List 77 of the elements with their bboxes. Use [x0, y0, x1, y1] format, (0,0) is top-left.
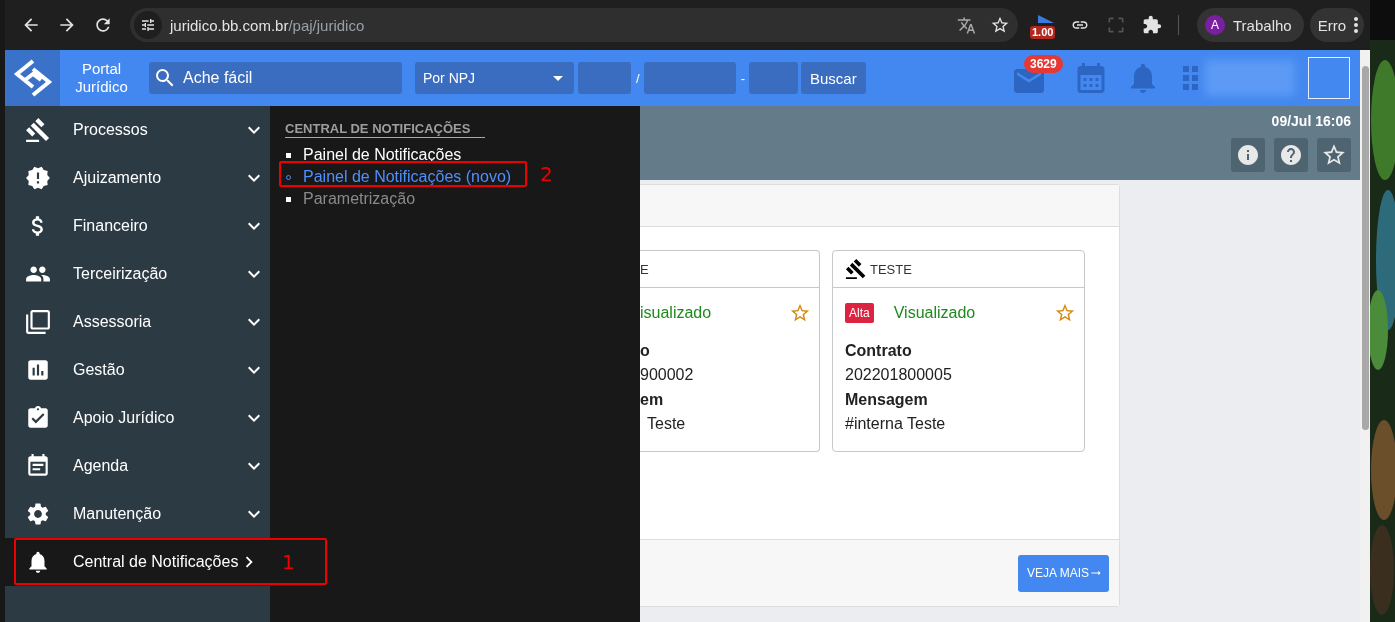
- card-title: TESTE: [870, 261, 912, 277]
- field-label: Mensagem: [845, 391, 929, 410]
- portal-title: Portal Jurídico: [74, 60, 129, 96]
- field-value: #interna Teste: [845, 415, 947, 434]
- sidebar-item[interactable]: Manutenção: [5, 490, 270, 538]
- submenu-link[interactable]: Painel de Notificações: [303, 146, 462, 164]
- mail-button[interactable]: 3629: [1011, 55, 1065, 101]
- avatar-frame[interactable]: [1308, 57, 1350, 99]
- address-bar[interactable]: juridico.bb.com.br/paj/juridico: [130, 8, 1018, 42]
- gavel-icon: [25, 117, 51, 143]
- scrollbar-thumb[interactable]: [1362, 66, 1369, 430]
- submenu-link[interactable]: Painel de Notificações (novo): [303, 168, 512, 186]
- field-value: 900002: [640, 366, 695, 385]
- search-field[interactable]: Ache fácil: [149, 62, 402, 94]
- status-text: Visualizado: [893, 304, 977, 322]
- extension-button[interactable]: 1.00: [1026, 9, 1062, 41]
- star-icon: [1321, 142, 1347, 168]
- profile-button[interactable]: A Trabalho: [1197, 8, 1304, 42]
- sidebar-item[interactable]: Assessoria: [5, 298, 270, 346]
- sidebar-item[interactable]: Financeiro: [5, 202, 270, 250]
- field-value: Teste: [646, 415, 687, 434]
- npj-field[interactable]: [748, 62, 798, 94]
- status-text: isualizado: [640, 304, 713, 322]
- extension-badge: 1.00: [1030, 26, 1056, 39]
- sidebar-item[interactable]: Apoio Jurídico: [5, 394, 270, 442]
- kebab-icon: [1354, 17, 1358, 33]
- field-value: 202201800005: [845, 366, 953, 385]
- info-icon: [1236, 143, 1260, 167]
- calendar-icon: [25, 453, 51, 479]
- badge-icon: [25, 165, 51, 191]
- clipboard-check-icon: [25, 405, 51, 431]
- sidebar-item[interactable]: Central de Notificações: [5, 538, 270, 586]
- separator-text: -: [740, 70, 745, 86]
- gear-icon: [25, 501, 51, 527]
- annotation-number: 1: [282, 550, 295, 574]
- puzzle-icon: [1142, 15, 1162, 35]
- field-label: em: [640, 391, 665, 410]
- dropdown-caret-icon: [553, 75, 563, 81]
- sidebar-item[interactable]: Agenda: [5, 442, 270, 490]
- field-label: Contrato: [845, 342, 913, 361]
- separator-text: /: [636, 70, 640, 86]
- profile-avatar: A: [1205, 15, 1225, 35]
- npj-field[interactable]: [643, 62, 736, 94]
- bar-chart-icon: [25, 357, 51, 383]
- field-label: o: [640, 342, 651, 361]
- reload-icon: [93, 15, 113, 35]
- bookmark-star-icon[interactable]: [990, 15, 1010, 35]
- logo-tile[interactable]: [5, 50, 60, 106]
- npj-field[interactable]: [578, 62, 631, 94]
- favorite-button[interactable]: [1317, 138, 1351, 172]
- sidebar-item[interactable]: Processos: [5, 106, 270, 154]
- site-settings-icon[interactable]: [134, 11, 162, 39]
- mail-count-badge: 3629: [1024, 55, 1063, 73]
- submenu-heading: CENTRAL DE NOTIFICAÇÕES: [285, 121, 486, 138]
- info-button[interactable]: [1231, 138, 1265, 172]
- buscar-button[interactable]: Buscar: [800, 62, 866, 94]
- notification-card[interactable]: E isualizado o 900002 em Teste: [640, 250, 820, 452]
- scrollbar[interactable]: [1360, 50, 1370, 622]
- search-input[interactable]: Ache fácil: [181, 68, 381, 88]
- annotation-number: 2: [540, 162, 553, 186]
- priority-tag: Alta: [845, 303, 874, 323]
- sidebar-item[interactable]: Gestão: [5, 346, 270, 394]
- star-icon[interactable]: [1054, 302, 1076, 324]
- gavel-icon: [845, 258, 867, 280]
- star-icon[interactable]: [789, 302, 811, 324]
- card-title: E: [640, 261, 649, 277]
- logo-icon: [12, 58, 53, 98]
- help-icon: [1279, 143, 1303, 167]
- npj-select[interactable]: Por NPJ: [415, 62, 574, 94]
- error-button[interactable]: Erro: [1309, 8, 1364, 42]
- sidebar-item[interactable]: Terceirização: [5, 250, 270, 298]
- help-button[interactable]: [1274, 138, 1308, 172]
- sidebar-item[interactable]: Ajuizamento: [5, 154, 270, 202]
- notification-card[interactable]: TESTE Alta Visualizado Contrato 202201800005 Mensagem #interna Teste: [832, 250, 1085, 452]
- translate-icon[interactable]: [957, 15, 976, 35]
- copy-icon: [25, 309, 51, 335]
- date-time: 09/Jul 16:06: [1271, 113, 1351, 129]
